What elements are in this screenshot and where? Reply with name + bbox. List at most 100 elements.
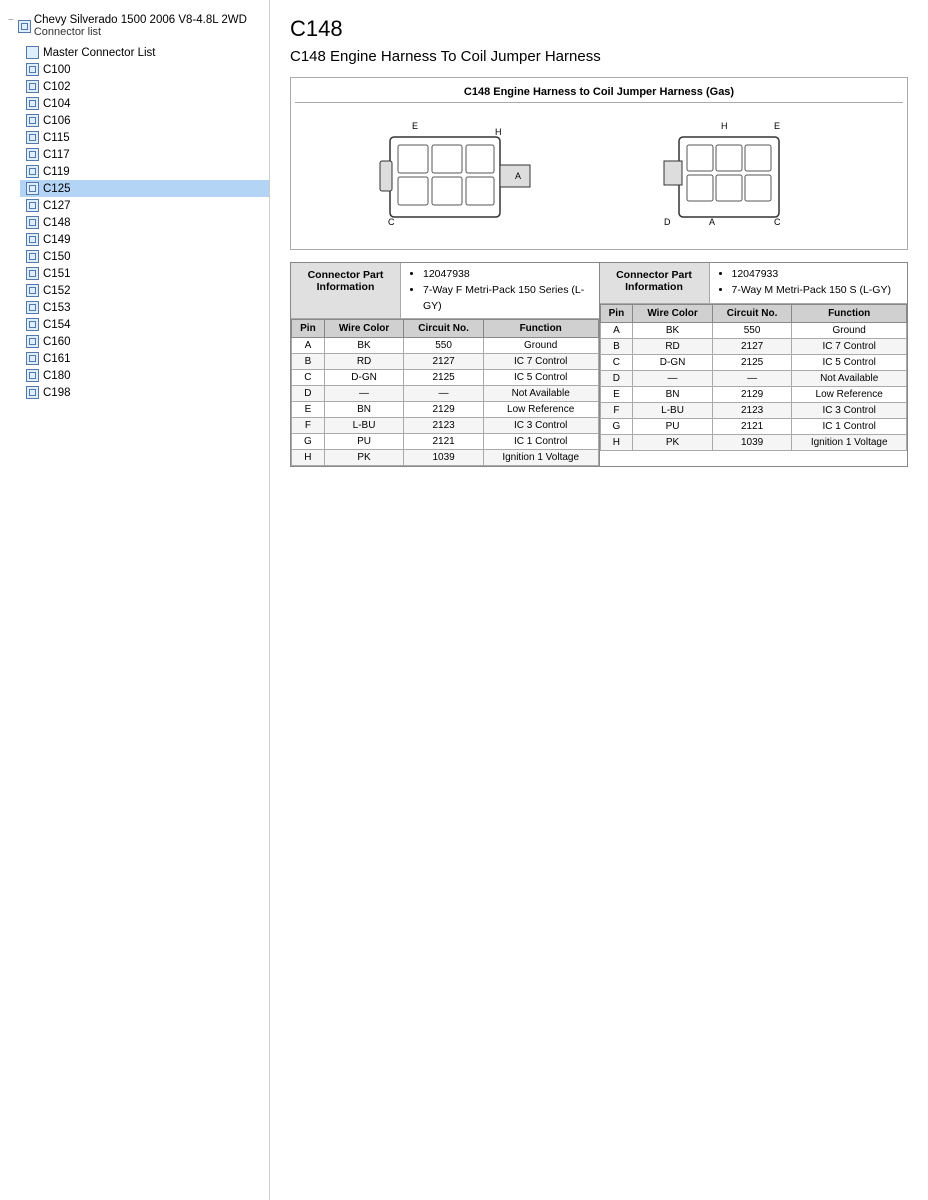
right-cell-wire_color: RD xyxy=(633,338,712,354)
master-icon xyxy=(26,46,39,59)
right-cell-pin: H xyxy=(600,434,633,450)
table-row: GPU2121IC 1 Control xyxy=(292,434,599,450)
sidebar-item-label: C161 xyxy=(43,353,71,365)
svg-text:A: A xyxy=(709,217,715,227)
right-cell-pin: A xyxy=(600,322,633,338)
left-cell-circuit_no: 2121 xyxy=(404,434,484,450)
diagram-images: E C H A xyxy=(295,109,903,245)
left-cell-wire_color: BN xyxy=(324,402,403,418)
svg-text:E: E xyxy=(412,121,418,131)
root-label-text: Chevy Silverado 1500 2006 V8-4.8L 2WD xyxy=(34,14,247,26)
root-label: Chevy Silverado 1500 2006 V8-4.8L 2WD Co… xyxy=(34,14,247,38)
right-cell-circuit_no: 2121 xyxy=(712,418,792,434)
left-cell-pin: H xyxy=(292,450,325,466)
left-cell-circuit_no: — xyxy=(404,386,484,402)
tree-root: − Chevy Silverado 1500 2006 V8-4.8L 2WD … xyxy=(0,8,269,44)
right-th-circuit-no: Circuit No. xyxy=(712,304,792,322)
left-part-content: 12047938 7-Way F Metri-Pack 150 Series (… xyxy=(401,263,599,318)
svg-text:A: A xyxy=(515,171,521,181)
sidebar-item-c160[interactable]: C160 xyxy=(20,333,269,350)
table-row: CD-GN2125IC 5 Control xyxy=(292,370,599,386)
left-cell-circuit_no: 2129 xyxy=(404,402,484,418)
right-cell-circuit_no: 2129 xyxy=(712,386,792,402)
right-cell-function: Low Reference xyxy=(792,386,907,402)
sidebar-item-c151[interactable]: C151 xyxy=(20,265,269,282)
left-part-label: Connector Part Information xyxy=(291,263,401,318)
right-cell-wire_color: BN xyxy=(633,386,712,402)
root-icon xyxy=(18,20,31,33)
sidebar-item-c150[interactable]: C150 xyxy=(20,248,269,265)
expand-icon[interactable]: − xyxy=(8,15,14,26)
sidebar-item-c104[interactable]: C104 xyxy=(20,95,269,112)
left-cell-wire_color: D-GN xyxy=(324,370,403,386)
left-cell-function: IC 3 Control xyxy=(483,418,598,434)
sidebar-item-c117[interactable]: C117 xyxy=(20,146,269,163)
sidebar-item-c106[interactable]: C106 xyxy=(20,112,269,129)
right-cell-function: IC 3 Control xyxy=(792,402,907,418)
table-row: GPU2121IC 1 Control xyxy=(600,418,907,434)
sidebar-item-c154[interactable]: C154 xyxy=(20,316,269,333)
connector-icon xyxy=(26,233,39,246)
connector-icon xyxy=(26,182,39,195)
left-cell-circuit_no: 1039 xyxy=(404,450,484,466)
sidebar-item-label: C117 xyxy=(43,149,70,161)
right-cell-circuit_no: 2123 xyxy=(712,402,792,418)
right-cell-wire_color: D-GN xyxy=(633,354,712,370)
table-row: BRD2127IC 7 Control xyxy=(292,354,599,370)
left-cell-wire_color: — xyxy=(324,386,403,402)
sidebar-item-master-connector[interactable]: Master Connector List xyxy=(20,44,269,61)
sidebar-item-label: C154 xyxy=(43,319,71,331)
connector-icon xyxy=(26,131,39,144)
right-part-description: 7-Way M Metri-Pack 150 S (L-GY) xyxy=(732,283,891,299)
table-row: D——Not Available xyxy=(292,386,599,402)
left-cell-circuit_no: 550 xyxy=(404,338,484,354)
left-cell-circuit_no: 2125 xyxy=(404,370,484,386)
left-cell-function: Ground xyxy=(483,338,598,354)
left-cell-pin: D xyxy=(292,386,325,402)
left-cell-function: IC 7 Control xyxy=(483,354,598,370)
sidebar-item-c180[interactable]: C180 xyxy=(20,367,269,384)
svg-text:E: E xyxy=(774,121,780,131)
sidebar-item-c115[interactable]: C115 xyxy=(20,129,269,146)
right-cell-circuit_no: 2127 xyxy=(712,338,792,354)
sidebar-item-label: C104 xyxy=(43,98,71,110)
left-cell-pin: G xyxy=(292,434,325,450)
diagram-title: C148 Engine Harness to Coil Jumper Harne… xyxy=(295,82,903,103)
sidebar-item-c125[interactable]: C125 xyxy=(20,180,269,197)
sidebar-item-c119[interactable]: C119 xyxy=(20,163,269,180)
sidebar-item-label: C100 xyxy=(43,64,71,76)
connector-icon xyxy=(26,267,39,280)
table-row: EBN2129Low Reference xyxy=(292,402,599,418)
sidebar-item-c149[interactable]: C149 xyxy=(20,231,269,248)
left-cell-wire_color: PK xyxy=(324,450,403,466)
left-cell-wire_color: BK xyxy=(324,338,403,354)
right-part-number: 12047933 xyxy=(732,267,891,283)
right-cell-pin: D xyxy=(600,370,633,386)
sidebar-item-c100[interactable]: C100 xyxy=(20,61,269,78)
sidebar-item-c152[interactable]: C152 xyxy=(20,282,269,299)
sidebar-item-c153[interactable]: C153 xyxy=(20,299,269,316)
left-cell-circuit_no: 2127 xyxy=(404,354,484,370)
left-cell-function: IC 5 Control xyxy=(483,370,598,386)
sidebar-item-label: C127 xyxy=(43,200,71,212)
sidebar-item-label: C151 xyxy=(43,268,71,280)
left-cell-circuit_no: 2123 xyxy=(404,418,484,434)
sub-label-text: Connector list xyxy=(34,26,101,38)
right-cell-function: Ground xyxy=(792,322,907,338)
sidebar-item-label: C149 xyxy=(43,234,71,246)
sidebar-item-c102[interactable]: C102 xyxy=(20,78,269,95)
svg-text:C: C xyxy=(774,217,781,227)
connector-icon xyxy=(26,63,39,76)
connector-icon xyxy=(26,284,39,297)
master-connector-label: Master Connector List xyxy=(43,47,156,59)
sidebar-item-c148[interactable]: C148 xyxy=(20,214,269,231)
sidebar-item-label: C160 xyxy=(43,336,71,348)
sidebar-item-c127[interactable]: C127 xyxy=(20,197,269,214)
sidebar-item-c198[interactable]: C198 xyxy=(20,384,269,401)
connector-icon xyxy=(26,148,39,161)
right-cell-wire_color: PK xyxy=(633,434,712,450)
left-part-description: 7-Way F Metri-Pack 150 Series (L-GY) xyxy=(423,283,591,315)
svg-text:H: H xyxy=(495,127,502,137)
sidebar-item-c161[interactable]: C161 xyxy=(20,350,269,367)
right-th-wire-color: Wire Color xyxy=(633,304,712,322)
